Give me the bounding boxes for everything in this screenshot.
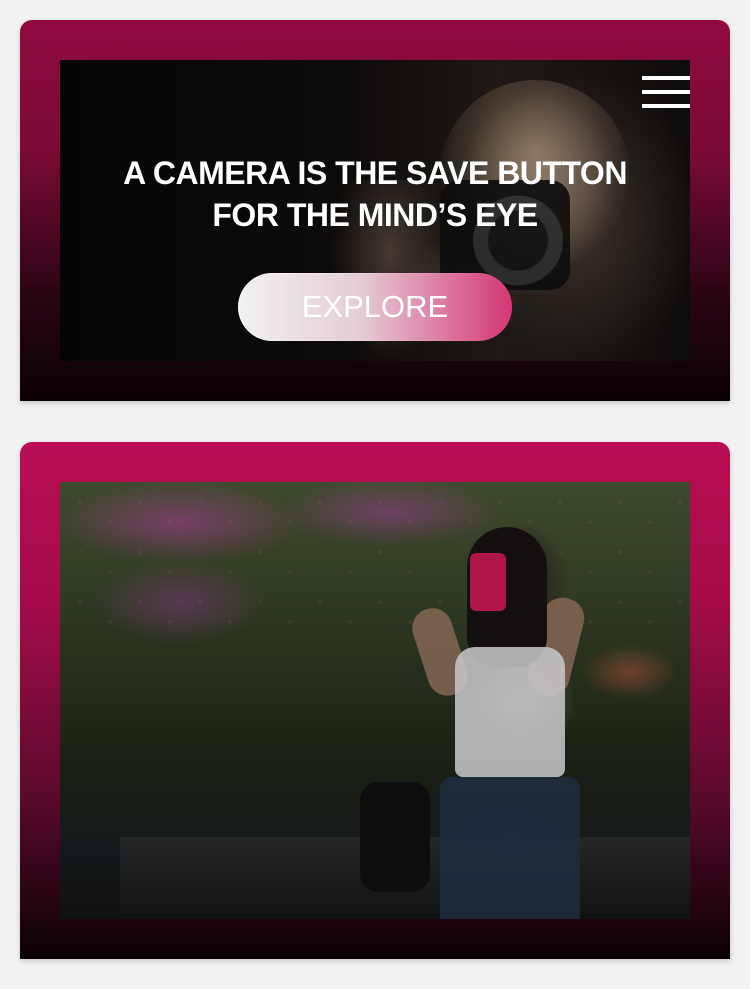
headline-line-2: FOR THE MIND’S EYE [212, 197, 538, 233]
photo-person-taking-selfie [407, 527, 605, 919]
hero-card: A CAMERA IS THE SAVE BUTTON FOR THE MIND… [20, 20, 730, 401]
photo-backpack [360, 782, 430, 892]
menu-bar-middle [642, 90, 690, 94]
photo-white-shirt [455, 647, 565, 777]
hero-image-frame: A CAMERA IS THE SAVE BUTTON FOR THE MIND… [60, 60, 690, 361]
hero-headline: A CAMERA IS THE SAVE BUTTON FOR THE MIND… [60, 152, 690, 236]
menu-bar-bottom [642, 104, 690, 108]
photo-card [20, 442, 730, 959]
explore-button[interactable]: EXPLORE [238, 273, 512, 341]
photo-jeans [440, 777, 580, 919]
headline-line-1: A CAMERA IS THE SAVE BUTTON [123, 155, 627, 191]
hamburger-menu-icon[interactable] [640, 76, 690, 110]
photo-phone [470, 553, 506, 611]
photo-image-frame [60, 482, 690, 919]
menu-bar-top [642, 76, 690, 80]
